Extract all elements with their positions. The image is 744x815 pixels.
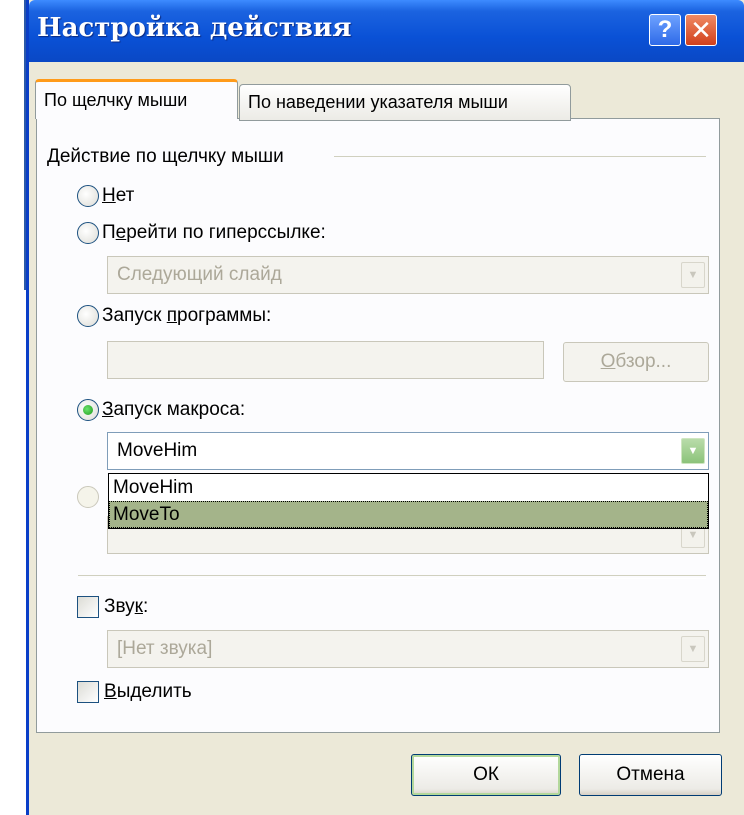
help-icon: ? [657, 16, 673, 43]
macro-dropdown-list[interactable]: MoveHim MoveTo [108, 473, 709, 529]
browse-button[interactable]: Обзор... [563, 342, 709, 382]
radio-macro-label: Запуск макроса: [102, 399, 246, 420]
radio-program-label: Запуск программы: [102, 305, 272, 326]
radio-none[interactable] [77, 185, 99, 207]
macro-select[interactable]: MoveHim ▼ [107, 432, 709, 470]
sound-checkbox-label: Звук: [104, 596, 149, 617]
highlight-checkbox-row[interactable]: Выделить [77, 681, 192, 703]
group-label: Действие по щелчку мыши [47, 146, 284, 167]
cancel-button-label: Отмена [616, 764, 685, 785]
hyperlink-select-value: Следующий слайд [117, 264, 282, 285]
group-divider [334, 156, 706, 157]
sound-checkbox-row[interactable]: Звук: [77, 596, 148, 618]
sound-select-value: [Нет звука] [117, 638, 213, 659]
dialog-title: Настройка действия [37, 13, 352, 43]
tab-label: По наведении указателя мыши [248, 92, 508, 112]
sound-checkbox[interactable] [77, 596, 99, 618]
chevron-down-icon[interactable]: ▼ [681, 438, 705, 464]
dropdown-item[interactable]: MoveHim [109, 474, 708, 501]
hyperlink-select[interactable]: Следующий слайд ▼ [107, 256, 709, 294]
highlight-checkbox[interactable] [77, 681, 99, 703]
radio-none-label: Нет [102, 185, 135, 206]
radio-none-row[interactable]: Нет [77, 185, 134, 207]
cancel-button[interactable]: Отмена [579, 754, 722, 796]
sound-select[interactable]: [Нет звука] ▼ [107, 630, 709, 668]
background-strip [0, 0, 26, 290]
radio-object-action-row[interactable] [77, 486, 102, 508]
section-divider [78, 575, 706, 579]
radio-program[interactable] [77, 305, 99, 327]
chevron-down-icon[interactable]: ▼ [681, 262, 705, 288]
highlight-checkbox-label: Выделить [104, 681, 192, 702]
tab-on-hover[interactable]: По наведении указателя мыши [239, 84, 571, 121]
radio-hyperlink-label: Перейти по гиперссылке: [102, 222, 326, 243]
radio-program-row[interactable]: Запуск программы: [77, 305, 271, 327]
title-bar[interactable]: Настройка действия ? ✕ [29, 0, 744, 62]
radio-object-action[interactable] [77, 486, 99, 508]
tab-label: По щелчку мыши [44, 90, 188, 110]
ok-button[interactable]: ОК [411, 754, 561, 796]
ok-button-label: ОК [473, 764, 499, 785]
browse-button-label: Обзор... [600, 351, 672, 372]
radio-macro[interactable] [77, 399, 99, 421]
tab-on-click[interactable]: По щелчку мыши [35, 79, 238, 119]
macro-select-value: MoveHim [117, 440, 198, 461]
dropdown-item-selected[interactable]: MoveTo [109, 501, 708, 528]
program-path-input[interactable] [107, 341, 544, 379]
action-settings-dialog: Настройка действия ? ✕ По щелчку мыши По… [26, 0, 744, 815]
radio-hyperlink[interactable] [77, 222, 99, 244]
chevron-down-icon[interactable]: ▼ [681, 636, 705, 662]
help-button[interactable]: ? [649, 14, 681, 46]
close-icon: ✕ [690, 14, 712, 45]
radio-hyperlink-row[interactable]: Перейти по гиперссылке: [77, 222, 326, 244]
close-button[interactable]: ✕ [685, 14, 717, 46]
radio-macro-row[interactable]: Запуск макроса: [77, 399, 245, 421]
